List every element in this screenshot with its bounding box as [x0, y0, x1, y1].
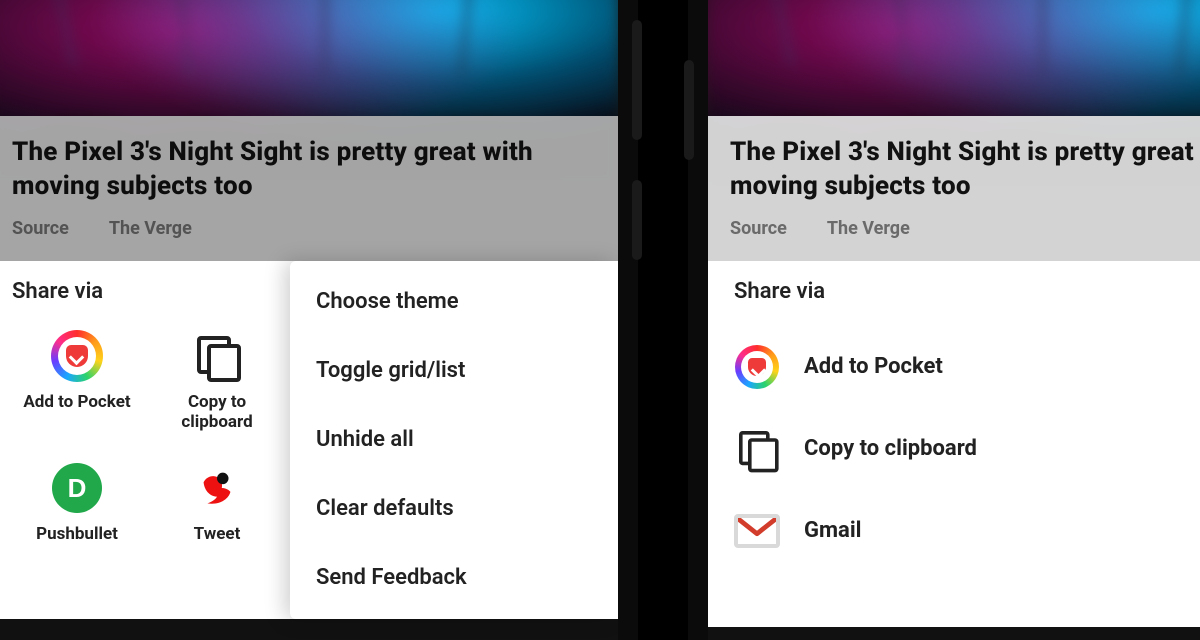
article-source-name: The Verge — [109, 218, 192, 239]
share-row-gmail[interactable]: Gmail — [734, 490, 1200, 572]
share-sheet-grid: Share via Add to Pocket Copy to clipboar… — [0, 261, 618, 619]
comparison-stage: The Pixel 3's Night Sight is pretty grea… — [0, 0, 1200, 640]
pocket-icon — [51, 330, 103, 382]
menu-item-toggle-grid-list[interactable]: Toggle grid/list — [290, 336, 618, 405]
article-source-label: Source — [730, 218, 787, 239]
share-row-label: Gmail — [804, 518, 861, 543]
menu-item-clear-defaults[interactable]: Clear defaults — [290, 474, 618, 543]
share-sheet-list: Share via Add to Pocket Copy to clipboar… — [708, 261, 1200, 627]
share-item-clipboard[interactable]: Copy to clipboard — [152, 328, 282, 433]
share-row-clipboard[interactable]: Copy to clipboard — [734, 408, 1200, 490]
share-item-pushbullet[interactable]: D Pushbullet — [12, 460, 142, 544]
article-source-label: Source — [12, 218, 69, 239]
article-meta: Source The Verge — [730, 218, 1200, 239]
article-meta: Source The Verge — [12, 218, 596, 239]
share-item-label: Pushbullet — [12, 524, 142, 544]
phone-screen: The Pixel 3's Night Sight is pretty grea… — [0, 0, 618, 640]
share-item-label: Add to Pocket — [12, 392, 142, 412]
article-title: The Pixel 3's Night Sight is pretty grea… — [12, 136, 596, 204]
share-sheet-title: Share via — [734, 279, 1200, 304]
share-row-label: Copy to clipboard — [804, 436, 977, 461]
tweet-icon — [194, 465, 240, 511]
phone-screen: The Pixel 3's Night Sight is pretty grea… — [708, 0, 1200, 640]
phone-right: The Pixel 3's Night Sight is pretty grea… — [692, 0, 1200, 640]
menu-item-choose-theme[interactable]: Choose theme — [290, 267, 618, 336]
phone-left: The Pixel 3's Night Sight is pretty grea… — [0, 0, 634, 640]
copy-icon — [195, 334, 239, 378]
share-row-pocket[interactable]: Add to Pocket — [734, 326, 1200, 408]
phone-side-button — [632, 180, 642, 260]
phone-side-button — [632, 20, 642, 140]
share-item-label: Copy to clipboard — [152, 392, 282, 433]
share-row-label: Add to Pocket — [804, 354, 943, 379]
share-item-label: Tweet — [152, 524, 282, 544]
article-title: The Pixel 3's Night Sight is pretty grea… — [730, 136, 1200, 204]
article-card: The Pixel 3's Night Sight is pretty grea… — [708, 116, 1200, 261]
pocket-icon — [735, 345, 779, 389]
article-card: The Pixel 3's Night Sight is pretty grea… — [0, 116, 618, 261]
phone-side-button — [684, 60, 694, 160]
gmail-icon — [734, 514, 780, 548]
share-item-tweet[interactable]: Tweet — [152, 460, 282, 544]
menu-item-send-feedback[interactable]: Send Feedback — [290, 543, 618, 612]
pushbullet-icon: D — [52, 463, 102, 513]
article-source-name: The Verge — [827, 218, 910, 239]
overflow-menu: Choose theme Toggle grid/list Unhide all… — [290, 261, 618, 619]
menu-item-unhide-all[interactable]: Unhide all — [290, 405, 618, 474]
copy-icon — [737, 429, 777, 469]
share-item-pocket[interactable]: Add to Pocket — [12, 328, 142, 433]
